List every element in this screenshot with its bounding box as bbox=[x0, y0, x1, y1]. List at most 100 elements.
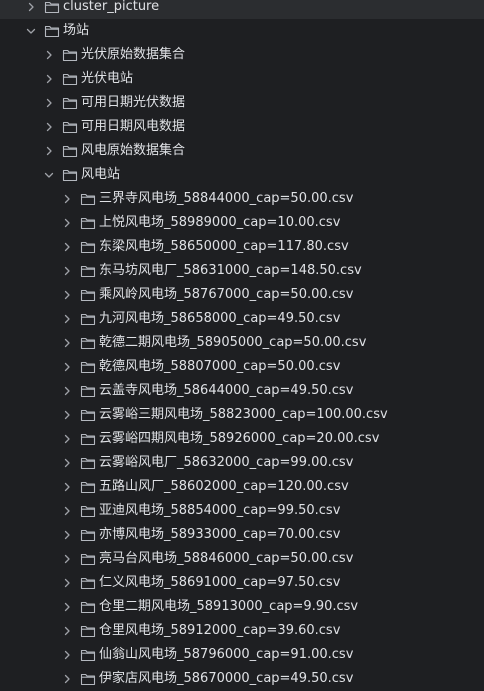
tree-row[interactable]: 风电站 bbox=[0, 163, 484, 187]
chevron-down-icon[interactable] bbox=[26, 26, 36, 36]
tree-row[interactable]: 云雾峪风电厂_58632000_cap=99.00.csv bbox=[0, 451, 484, 475]
tree-row[interactable]: 云雾峪三期风电场_58823000_cap=100.00.csv bbox=[0, 403, 484, 427]
tree-row[interactable]: 亮马台风电场_58846000_cap=50.00.csv bbox=[0, 547, 484, 571]
chevron-right-icon[interactable] bbox=[62, 602, 72, 612]
chevron-right-icon[interactable] bbox=[44, 98, 54, 108]
folder-icon bbox=[62, 119, 78, 135]
folder-icon bbox=[80, 671, 96, 687]
chevron-right-icon[interactable] bbox=[62, 482, 72, 492]
folder-icon bbox=[80, 407, 96, 423]
chevron-right-icon[interactable] bbox=[62, 362, 72, 372]
tree-item-label: 光伏电站 bbox=[81, 71, 134, 86]
folder-icon bbox=[80, 215, 96, 231]
chevron-right-icon[interactable] bbox=[44, 122, 54, 132]
tree-row[interactable]: 仙翁山风电场_58796000_cap=91.00.csv bbox=[0, 643, 484, 667]
tree-row[interactable]: 可用日期风电数据 bbox=[0, 115, 484, 139]
chevron-right-icon[interactable] bbox=[44, 74, 54, 84]
folder-icon bbox=[80, 431, 96, 447]
tree-row[interactable]: 仁义风电场_58691000_cap=97.50.csv bbox=[0, 571, 484, 595]
tree-row[interactable]: 亦博风电场_58933000_cap=70.00.csv bbox=[0, 523, 484, 547]
tree-item-label: 亦博风电场_58933000_cap=70.00.csv bbox=[99, 527, 341, 542]
chevron-right-icon[interactable] bbox=[62, 338, 72, 348]
tree-item-label: 三界寺风电场_58844000_cap=50.00.csv bbox=[99, 191, 354, 206]
chevron-right-icon[interactable] bbox=[62, 458, 72, 468]
tree-item-label: 云盖寺风电场_58644000_cap=49.50.csv bbox=[99, 383, 354, 398]
folder-icon bbox=[44, 23, 60, 39]
chevron-right-icon[interactable] bbox=[62, 650, 72, 660]
tree-row[interactable]: 东马坊风电厂_58631000_cap=148.50.csv bbox=[0, 259, 484, 283]
chevron-right-icon[interactable] bbox=[62, 410, 72, 420]
tree-item-label: 东马坊风电厂_58631000_cap=148.50.csv bbox=[99, 263, 362, 278]
tree-item-label: 上悦风电场_58989000_cap=10.00.csv bbox=[99, 215, 341, 230]
tree-item-label: cluster_picture bbox=[63, 0, 160, 14]
chevron-right-icon[interactable] bbox=[62, 434, 72, 444]
tree-item-label: 仓里风电场_58912000_cap=39.60.csv bbox=[99, 623, 341, 638]
folder-icon bbox=[80, 551, 96, 567]
tree-item-label: 云雾峪四期风电场_58926000_cap=20.00.csv bbox=[99, 431, 380, 446]
tree-row[interactable]: 光伏原始数据集合 bbox=[0, 43, 484, 67]
folder-icon bbox=[80, 575, 96, 591]
chevron-down-icon[interactable] bbox=[44, 170, 54, 180]
tree-row[interactable]: cluster_picture bbox=[0, 0, 484, 19]
tree-item-label: 仁义风电场_58691000_cap=97.50.csv bbox=[99, 575, 341, 590]
tree-row[interactable]: 三界寺风电场_58844000_cap=50.00.csv bbox=[0, 187, 484, 211]
folder-icon bbox=[62, 71, 78, 87]
tree-row[interactable]: 乾德风电场_58807000_cap=50.00.csv bbox=[0, 355, 484, 379]
tree-item-label: 乘风岭风电场_58767000_cap=50.00.csv bbox=[99, 287, 354, 302]
tree-item-label: 乾德风电场_58807000_cap=50.00.csv bbox=[99, 359, 341, 374]
chevron-right-icon[interactable] bbox=[62, 290, 72, 300]
tree-row[interactable]: 乘风岭风电场_58767000_cap=50.00.csv bbox=[0, 283, 484, 307]
chevron-right-icon[interactable] bbox=[62, 578, 72, 588]
folder-icon bbox=[80, 479, 96, 495]
chevron-right-icon[interactable] bbox=[44, 146, 54, 156]
tree-item-label: 仓里二期风电场_58913000_cap=9.90.csv bbox=[99, 599, 359, 614]
chevron-right-icon[interactable] bbox=[44, 50, 54, 60]
folder-icon bbox=[62, 143, 78, 159]
chevron-right-icon[interactable] bbox=[62, 266, 72, 276]
tree-row[interactable]: 伊家店风电场_58670000_cap=49.50.csv bbox=[0, 667, 484, 691]
folder-icon bbox=[80, 503, 96, 519]
chevron-right-icon[interactable] bbox=[62, 314, 72, 324]
tree-item-label: 五路山风厂_58602000_cap=120.00.csv bbox=[99, 479, 349, 494]
chevron-right-icon[interactable] bbox=[62, 386, 72, 396]
chevron-right-icon[interactable] bbox=[62, 626, 72, 636]
tree-row[interactable]: 仓里二期风电场_58913000_cap=9.90.csv bbox=[0, 595, 484, 619]
tree-item-label: 亚迪风电场_58854000_cap=99.50.csv bbox=[99, 503, 341, 518]
chevron-right-icon[interactable] bbox=[62, 506, 72, 516]
tree-row[interactable]: 可用日期光伏数据 bbox=[0, 91, 484, 115]
tree-row[interactable]: 场站 bbox=[0, 19, 484, 43]
chevron-right-icon[interactable] bbox=[62, 218, 72, 228]
tree-item-label: 可用日期风电数据 bbox=[81, 119, 186, 134]
folder-icon bbox=[80, 311, 96, 327]
tree-row[interactable]: 东梁风电场_58650000_cap=117.80.csv bbox=[0, 235, 484, 259]
chevron-right-icon[interactable] bbox=[62, 194, 72, 204]
tree-row[interactable]: 乾德二期风电场_58905000_cap=50.00.csv bbox=[0, 331, 484, 355]
tree-item-label: 风电原始数据集合 bbox=[81, 143, 186, 158]
chevron-right-icon[interactable] bbox=[62, 530, 72, 540]
tree-item-label: 云雾峪风电厂_58632000_cap=99.00.csv bbox=[99, 455, 354, 470]
tree-row[interactable]: 风电原始数据集合 bbox=[0, 139, 484, 163]
tree-row[interactable]: 上悦风电场_58989000_cap=10.00.csv bbox=[0, 211, 484, 235]
tree-row[interactable]: 光伏电站 bbox=[0, 67, 484, 91]
folder-icon bbox=[80, 455, 96, 471]
chevron-right-icon[interactable] bbox=[62, 554, 72, 564]
folder-icon bbox=[80, 191, 96, 207]
folder-icon bbox=[80, 359, 96, 375]
tree-item-label: 九河风电场_58658000_cap=49.50.csv bbox=[99, 311, 341, 326]
chevron-right-icon[interactable] bbox=[62, 242, 72, 252]
tree-item-label: 仙翁山风电场_58796000_cap=91.00.csv bbox=[99, 647, 354, 662]
tree-item-label: 云雾峪三期风电场_58823000_cap=100.00.csv bbox=[99, 407, 388, 422]
chevron-right-icon[interactable] bbox=[62, 674, 72, 684]
tree-row[interactable]: 仓里风电场_58912000_cap=39.60.csv bbox=[0, 619, 484, 643]
folder-icon bbox=[80, 623, 96, 639]
tree-item-label: 东梁风电场_58650000_cap=117.80.csv bbox=[99, 239, 349, 254]
tree-row[interactable]: 云雾峪四期风电场_58926000_cap=20.00.csv bbox=[0, 427, 484, 451]
folder-icon bbox=[80, 335, 96, 351]
chevron-right-icon[interactable] bbox=[26, 2, 36, 12]
tree-row[interactable]: 九河风电场_58658000_cap=49.50.csv bbox=[0, 307, 484, 331]
tree-item-label: 伊家店风电场_58670000_cap=49.50.csv bbox=[99, 671, 354, 686]
tree-row[interactable]: 云盖寺风电场_58644000_cap=49.50.csv bbox=[0, 379, 484, 403]
tree-row[interactable]: 亚迪风电场_58854000_cap=99.50.csv bbox=[0, 499, 484, 523]
project-tree: cluster_picture 场站 光伏原始数据集合光伏电站可用日期光伏数据可用日… bbox=[0, 0, 484, 691]
tree-row[interactable]: 五路山风厂_58602000_cap=120.00.csv bbox=[0, 475, 484, 499]
